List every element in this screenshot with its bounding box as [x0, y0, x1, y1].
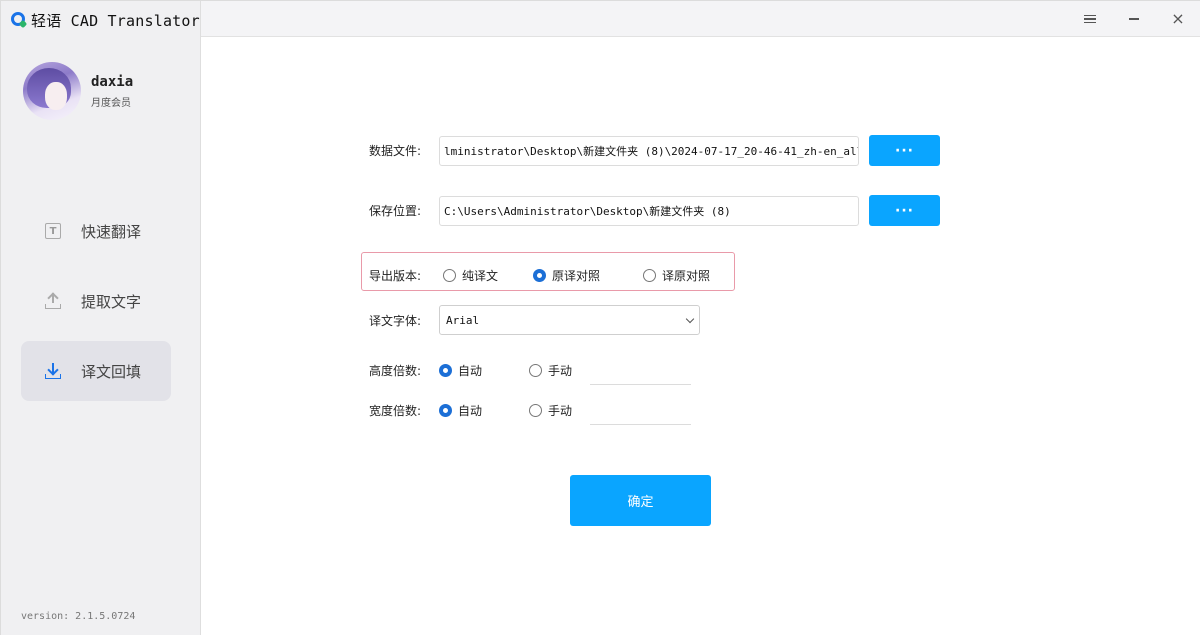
- sidebar: 轻语 CAD Translator daxia 月度会员 T 快速翻译 提取文字…: [1, 1, 201, 635]
- confirm-button[interactable]: 确定: [570, 475, 711, 526]
- sidebar-nav: T 快速翻译 提取文字 译文回填: [21, 201, 171, 411]
- sidebar-item-label: 译文回填: [81, 362, 142, 381]
- minimize-icon: [1129, 18, 1139, 20]
- radio-original-translation[interactable]: [533, 269, 546, 282]
- data-file-browse-button[interactable]: ···: [869, 135, 940, 166]
- version-label: version: 2.1.5.0724: [21, 611, 136, 622]
- radio-height-auto[interactable]: [439, 363, 452, 377]
- save-location-input[interactable]: C:\Users\Administrator\Desktop\新建文件夹 (8): [439, 195, 859, 226]
- user-tier: 月度会员: [91, 97, 131, 109]
- save-location-browse-button[interactable]: ···: [869, 195, 940, 226]
- radio-label: 译原对照: [662, 269, 711, 283]
- user-profile[interactable]: daxia 月度会员: [23, 62, 133, 120]
- font-row: 译文字体: Arial: [369, 305, 700, 335]
- radio-translation-only[interactable]: [443, 269, 456, 282]
- export-option-translation-only[interactable]: 纯译文: [443, 267, 533, 284]
- export-version-row: 导出版本: 纯译文 原译对照 译原对照: [369, 267, 710, 284]
- sidebar-item-extract-text[interactable]: 提取文字: [21, 271, 171, 331]
- menu-button[interactable]: [1070, 1, 1110, 37]
- close-icon: ×: [1171, 9, 1185, 28]
- width-manual-option[interactable]: 手动: [529, 402, 572, 419]
- export-option-translation-original[interactable]: 译原对照: [643, 267, 710, 284]
- chevron-down-icon: [685, 314, 695, 323]
- height-auto-option[interactable]: 自动: [439, 362, 529, 379]
- data-file-row: 数据文件: lministrator\Desktop\新建文件夹 (8)\202…: [369, 135, 940, 166]
- radio-label: 手动: [548, 363, 573, 378]
- app-window: 轻语 CAD Translator daxia 月度会员 T 快速翻译 提取文字…: [0, 0, 1200, 635]
- radio-label: 手动: [548, 403, 573, 418]
- width-auto-option[interactable]: 自动: [439, 402, 529, 419]
- user-name: daxia: [91, 73, 134, 90]
- font-label: 译文字体:: [369, 313, 422, 328]
- height-scale-label: 高度倍数:: [369, 363, 422, 378]
- radio-width-manual[interactable]: [529, 403, 542, 417]
- radio-translation-original[interactable]: [643, 269, 656, 282]
- radio-width-auto[interactable]: [439, 403, 452, 417]
- height-scale-input[interactable]: [590, 355, 692, 385]
- width-scale-label: 宽度倍数:: [369, 403, 422, 418]
- export-version-label: 导出版本:: [369, 269, 422, 283]
- sidebar-item-label: 快速翻译: [81, 222, 142, 241]
- height-scale-row: 高度倍数: 自动 手动: [369, 355, 692, 385]
- export-option-original-translation[interactable]: 原译对照: [533, 267, 643, 284]
- data-file-input[interactable]: lministrator\Desktop\新建文件夹 (8)\2024-07-1…: [439, 135, 859, 166]
- app-title: 轻语 CAD Translator: [11, 10, 200, 30]
- font-select-value: Arial: [446, 313, 480, 327]
- upload-icon: [45, 292, 61, 309]
- close-button[interactable]: ×: [1158, 1, 1198, 37]
- radio-height-manual[interactable]: [529, 363, 542, 377]
- save-location-row: 保存位置: C:\Users\Administrator\Desktop\新建文…: [369, 195, 940, 226]
- radio-label: 自动: [458, 363, 483, 378]
- title-bar: ×: [201, 1, 1200, 37]
- app-name: 轻语 CAD Translator: [31, 11, 200, 30]
- font-select[interactable]: Arial: [439, 305, 700, 335]
- radio-label: 原译对照: [552, 269, 601, 283]
- main-panel: 数据文件: lministrator\Desktop\新建文件夹 (8)\202…: [201, 37, 1200, 635]
- avatar[interactable]: [23, 62, 81, 120]
- radio-label: 自动: [458, 403, 483, 418]
- download-icon: [45, 363, 61, 379]
- data-file-label: 数据文件:: [369, 144, 422, 158]
- sidebar-item-quick-translate[interactable]: T 快速翻译: [21, 201, 171, 261]
- width-scale-row: 宽度倍数: 自动 手动: [369, 395, 692, 425]
- height-manual-option[interactable]: 手动: [529, 362, 572, 379]
- width-scale-input[interactable]: [590, 395, 692, 425]
- translate-t-icon: T: [45, 223, 61, 239]
- user-info: daxia 月度会员: [91, 74, 133, 109]
- radio-label: 纯译文: [462, 269, 499, 283]
- sidebar-item-backfill[interactable]: 译文回填: [21, 341, 171, 401]
- menu-icon: [1084, 15, 1096, 23]
- save-location-label: 保存位置:: [369, 204, 422, 218]
- sidebar-item-label: 提取文字: [81, 292, 142, 311]
- minimize-button[interactable]: [1114, 1, 1154, 37]
- app-logo-icon: [11, 12, 28, 29]
